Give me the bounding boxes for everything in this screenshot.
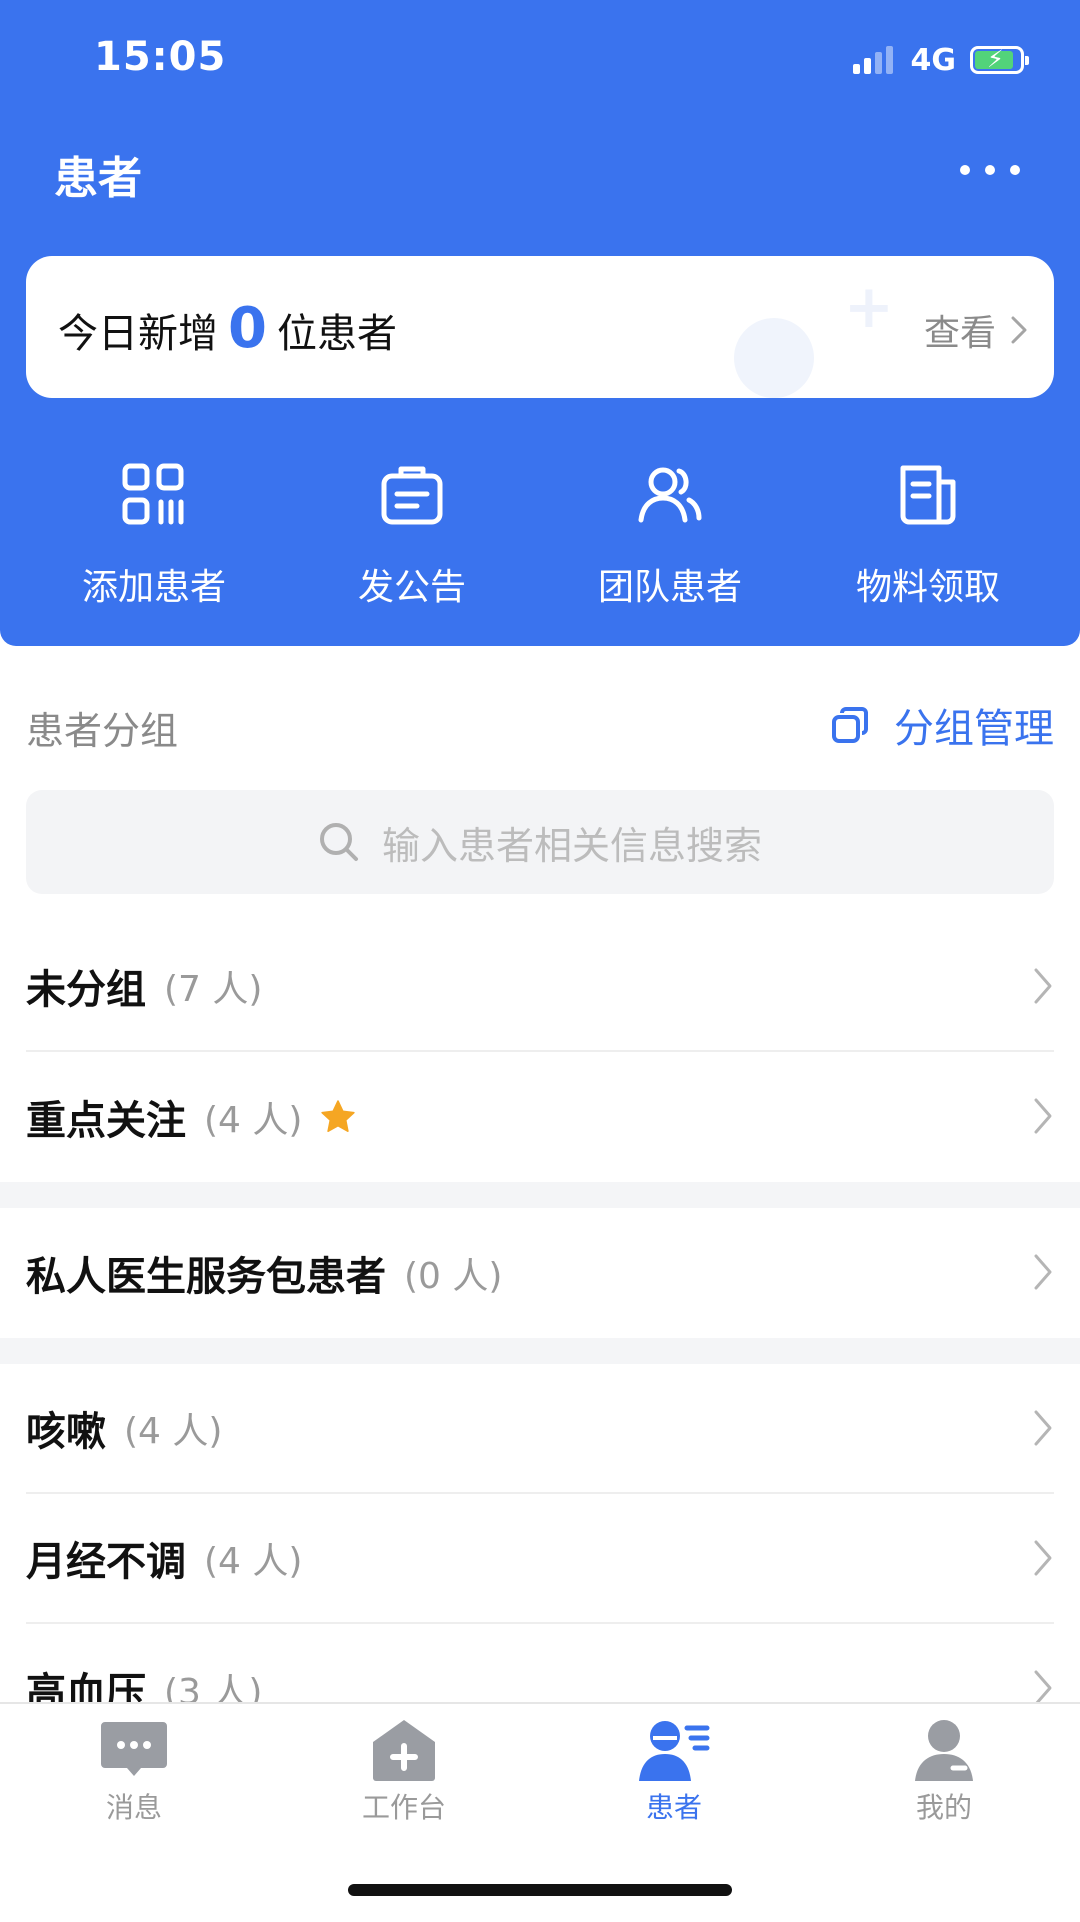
group-count: (4 人) bbox=[204, 1541, 303, 1582]
home-indicator bbox=[348, 1884, 732, 1896]
chevron-right-icon bbox=[1034, 1540, 1052, 1576]
quick-action-label: 物料领取 bbox=[855, 567, 1000, 608]
group-section-title: 患者分组 bbox=[26, 709, 179, 753]
chevron-right-icon bbox=[1011, 316, 1027, 344]
group-name: 未分组 bbox=[26, 967, 146, 1013]
page-title: 患者 bbox=[54, 153, 142, 204]
today-summary: 今日新增 0 位患者 bbox=[58, 296, 397, 361]
document-icon bbox=[900, 465, 956, 525]
chevron-right-icon bbox=[1034, 1254, 1052, 1290]
message-icon bbox=[101, 1722, 167, 1776]
chevron-right-icon bbox=[1034, 968, 1052, 1004]
today-prefix: 今日新增 bbox=[58, 311, 218, 357]
group-name: 咳嗽 bbox=[26, 1409, 106, 1455]
quick-action-label: 团队患者 bbox=[597, 567, 742, 608]
group-manage-button[interactable]: 分组管理 bbox=[830, 696, 1054, 754]
quick-action-label: 添加患者 bbox=[81, 567, 226, 608]
group-row[interactable]: 私人医生服务包患者 (0 人) bbox=[0, 1208, 1080, 1338]
status-indicators: 4G ⚡ bbox=[852, 40, 1029, 80]
today-new-patients-card: + 今日新增 0 位患者 查看 bbox=[26, 256, 1054, 398]
tab-workbench[interactable]: 工作台 bbox=[304, 1718, 504, 1826]
today-count: 0 bbox=[228, 296, 267, 361]
card-decoration-plus: + bbox=[843, 272, 894, 342]
post-announcement-button[interactable]: 发公告 bbox=[283, 460, 541, 610]
tab-label: 我的 bbox=[915, 1791, 972, 1824]
more-options-button[interactable] bbox=[960, 150, 1020, 190]
status-time: 15:05 bbox=[94, 34, 227, 80]
team-patients-button[interactable]: 团队患者 bbox=[541, 460, 799, 610]
material-claim-button[interactable]: 物料领取 bbox=[799, 460, 1057, 610]
network-type: 4G bbox=[910, 42, 957, 78]
today-suffix: 位患者 bbox=[276, 311, 397, 357]
group-name: 私人医生服务包患者 bbox=[26, 1254, 386, 1300]
signal-icon bbox=[852, 46, 893, 74]
header: 15:05 4G ⚡ 患者 + 今日新增 0 位患者 查看 添加患者 发公告 团… bbox=[0, 0, 1080, 646]
tab-patients[interactable]: 患者 bbox=[574, 1718, 774, 1826]
star-icon bbox=[321, 1100, 356, 1132]
group-row[interactable]: 咳嗽 (4 人) bbox=[0, 1364, 1080, 1494]
tab-profile[interactable]: 我的 bbox=[844, 1718, 1044, 1826]
group-list: 未分组 (7 人) 重点关注 (4 人) 私人医生服务包患者 (0 人) 咳嗽 … bbox=[0, 922, 1080, 1754]
announcement-icon bbox=[381, 466, 443, 525]
view-link[interactable]: 查看 bbox=[924, 304, 1028, 356]
search-icon bbox=[319, 823, 358, 861]
chevron-right-icon bbox=[1034, 1098, 1052, 1134]
team-icon bbox=[638, 467, 702, 523]
search-placeholder: 输入患者相关信息搜索 bbox=[381, 823, 762, 868]
card-decoration bbox=[734, 318, 814, 398]
search-input[interactable]: 输入患者相关信息搜索 bbox=[26, 790, 1054, 894]
group-count: (0 人) bbox=[404, 1256, 503, 1297]
group-section-header: 患者分组 分组管理 bbox=[26, 696, 1054, 753]
group-name: 重点关注 bbox=[26, 1098, 186, 1144]
section-divider bbox=[0, 1182, 1080, 1208]
group-manage-label: 分组管理 bbox=[894, 706, 1054, 752]
battery-icon: ⚡ bbox=[970, 45, 1029, 74]
tab-messages[interactable]: 消息 bbox=[34, 1718, 234, 1826]
group-count: (4 人) bbox=[204, 1100, 303, 1141]
view-label: 查看 bbox=[923, 313, 996, 354]
profile-icon bbox=[915, 1720, 973, 1781]
qr-code-icon bbox=[122, 463, 184, 525]
group-name: 月经不调 bbox=[26, 1539, 186, 1585]
quick-action-label: 发公告 bbox=[357, 567, 466, 608]
add-patient-button[interactable]: 添加患者 bbox=[25, 460, 283, 610]
patient-icon bbox=[639, 1721, 710, 1781]
quick-actions: 添加患者 发公告 团队患者 物料领取 bbox=[0, 460, 1080, 610]
tab-label: 患者 bbox=[645, 1791, 702, 1824]
group-row[interactable]: 未分组 (7 人) bbox=[0, 922, 1080, 1052]
group-count: (4 人) bbox=[124, 1411, 223, 1452]
group-count: (7 人) bbox=[164, 969, 263, 1010]
chevron-right-icon bbox=[1034, 1410, 1052, 1446]
copy-icon bbox=[832, 707, 868, 743]
tab-label: 消息 bbox=[105, 1791, 162, 1824]
workbench-icon bbox=[373, 1720, 435, 1781]
tab-label: 工作台 bbox=[361, 1791, 446, 1824]
group-row[interactable]: 月经不调 (4 人) bbox=[0, 1494, 1080, 1624]
section-divider bbox=[0, 1338, 1080, 1364]
group-row[interactable]: 重点关注 (4 人) bbox=[0, 1052, 1080, 1182]
